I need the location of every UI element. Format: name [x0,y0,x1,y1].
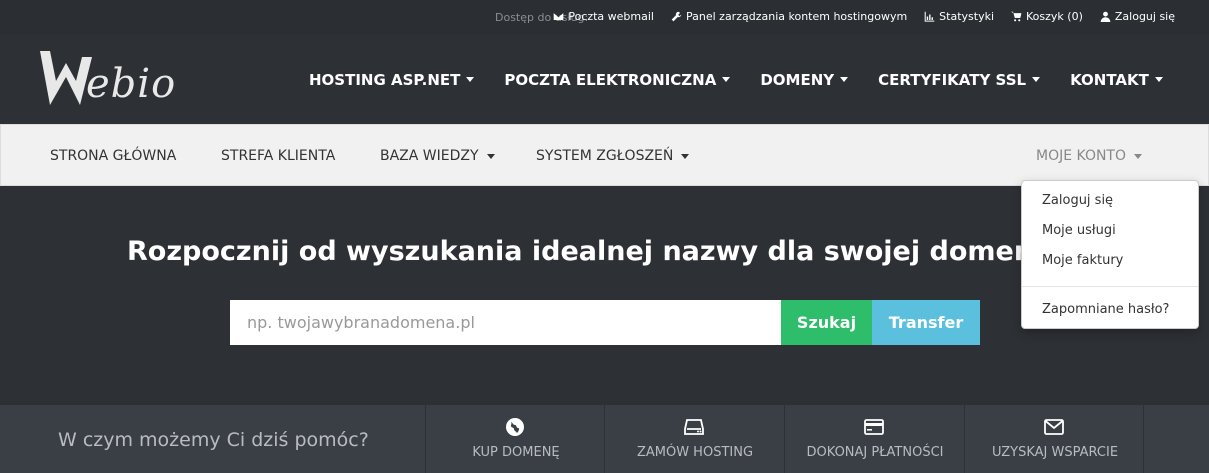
action-get-support-label: UZYSKAJ WSPARCIE [991,445,1119,460]
hosting-panel-label: Panel zarządzania kontem hostingowym [686,10,908,23]
webmail-label: Poczta webmail [568,10,654,23]
subnav-my-account-label: MOJE KONTO [1036,148,1127,164]
cart-link[interactable]: Koszyk (0) [1011,10,1083,23]
subnav-home[interactable]: STRONA GŁÓWNA [50,148,176,164]
action-buy-domain[interactable]: KUP DOMENĘ [425,405,605,473]
action-buy-domain-label: KUP DOMENĘ [472,445,560,460]
dropdown-item-my-invoices[interactable]: Moje faktury [1042,253,1123,268]
envelope-icon [554,13,564,20]
dropdown-item-login[interactable]: Zaloguj się [1042,193,1113,208]
account-dropdown-menu: Zaloguj się Moje usługi Moje faktury Zap… [1021,180,1199,329]
main-header: ebio HOSTING ASP.NET POCZTA ELEKTRONICZN… [0,35,1209,124]
nav-contact[interactable]: KONTAKT [1070,71,1163,89]
caret-down-icon [486,153,495,159]
bar-chart-icon [924,11,935,22]
subnav-knowledgebase[interactable]: BAZA WIEDZY [380,148,495,164]
action-make-payment-label: DOKONAJ PŁATNOŚCI [806,445,944,460]
subnav-client-area-label: STREFA KLIENTA [221,148,336,164]
cart-label: Koszyk (0) [1026,10,1083,23]
main-nav: HOSTING ASP.NET POCZTA ELEKTRONICZNA DOM… [309,35,1163,124]
help-question: W czym możemy Ci dziś pomóc? [58,429,369,451]
login-link[interactable]: Zaloguj się [1100,10,1175,23]
nav-hosting-aspnet-label: HOSTING ASP.NET [309,70,461,89]
nav-contact-label: KONTAKT [1070,70,1149,89]
caret-down-icon [722,77,731,82]
hosting-panel-link[interactable]: Panel zarządzania kontem hostingowym [671,10,907,23]
nav-hosting-aspnet[interactable]: HOSTING ASP.NET [309,70,475,89]
nav-ssl-label: CERTYFIKATY SSL [878,70,1027,89]
nav-email[interactable]: POCZTA ELEKTRONICZNA [504,70,731,89]
action-make-payment[interactable]: DOKONAJ PŁATNOŚCI [784,405,964,473]
dropdown-divider [1022,286,1198,287]
subnav-client-area[interactable]: STREFA KLIENTA [221,148,335,164]
transfer-button[interactable]: Transfer [872,300,980,345]
subnav-knowledgebase-label: BAZA WIEDZY [380,148,479,164]
action-order-hosting-label: ZAMÓW HOSTING [636,445,754,460]
cart-icon [1011,11,1022,22]
dropdown-item-forgot-password[interactable]: Zapomniane hasło? [1042,302,1169,317]
caret-down-icon [840,77,849,82]
caret-down-icon [1032,77,1041,82]
subnav-my-account[interactable]: MOJE KONTO [1036,148,1143,164]
subnav-tickets[interactable]: SYSTEM ZGŁOSZEŃ [536,148,690,164]
server-icon [684,419,704,435]
statistics-label: Statystyki [939,10,995,23]
nav-email-label: POCZTA ELEKTRONICZNA [504,70,717,89]
action-order-hosting[interactable]: ZAMÓW HOSTING [604,405,784,473]
nav-domains-label: DOMENY [760,70,835,89]
nav-domains[interactable]: DOMENY [760,70,849,89]
wrench-icon [671,11,682,22]
logo[interactable]: ebio [36,47,196,113]
dropdown-item-my-services[interactable]: Moje usługi [1042,223,1116,238]
globe-icon [506,418,524,436]
login-label: Zaloguj się [1114,10,1175,23]
caret-down-icon [1154,77,1163,82]
top-utility-bar: Dostęp do usług: Poczta webmail Panel za… [0,0,1209,35]
subnav-home-label: STRONA GŁÓWNA [50,148,177,164]
domain-search-input[interactable] [230,300,781,345]
caret-down-icon [681,153,690,159]
nav-ssl[interactable]: CERTYFIKATY SSL [878,70,1041,89]
caret-down-icon [1134,153,1143,159]
utility-links: Poczta webmail Panel zarządzania kontem … [553,10,1175,23]
envelope-icon [1044,419,1064,435]
credit-card-icon [864,419,884,435]
webmail-link[interactable]: Poczta webmail [553,10,654,23]
statistics-link[interactable]: Statystyki [924,10,994,23]
search-button[interactable]: Szukaj [781,300,872,345]
logo-text: ebio [86,61,177,107]
hero-title: Rozpocznij od wyszukania idealnej nazwy … [127,236,1051,267]
subnav-tickets-label: SYSTEM ZGŁOSZEŃ [536,148,674,164]
help-bar: W czym możemy Ci dziś pomóc? KUP DOMENĘ … [0,405,1209,473]
client-nav: STRONA GŁÓWNA STREFA KLIENTA BAZA WIEDZY… [0,124,1209,186]
action-get-support[interactable]: UZYSKAJ WSPARCIE [964,405,1144,473]
user-icon [1100,11,1111,22]
caret-down-icon [466,77,475,82]
